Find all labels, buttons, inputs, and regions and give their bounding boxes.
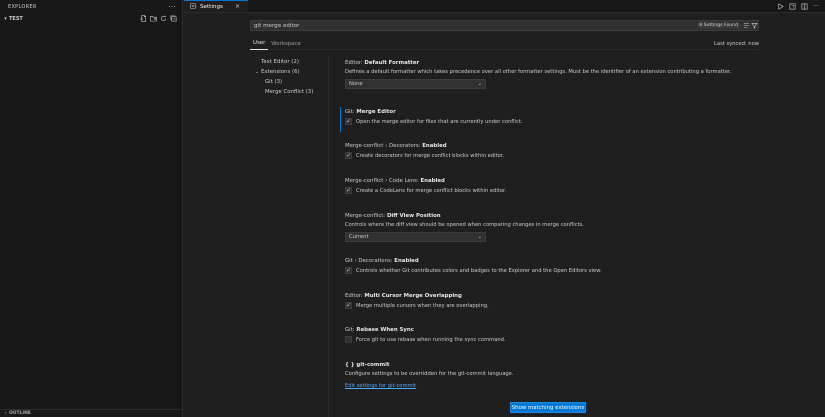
setting-description: Create decorators for merge conflict blo… [356, 152, 505, 159]
show-matching-extensions-button[interactable]: Show matching extensions [510, 402, 586, 413]
setting-title: Merge-conflict › Code Lens: Enabled [345, 178, 445, 184]
filter-icon[interactable] [750, 22, 758, 30]
chevron-down-icon: ⌄ [477, 81, 482, 87]
explorer-header: EXPLORER ··· [0, 0, 182, 13]
toc-label: Text Editor (2) [261, 59, 299, 65]
scope-tabs: User Workspace Last synced: now [250, 38, 759, 50]
setting-git-decorations: Git › Decorations: Enabled ✓ Controls wh… [345, 258, 602, 274]
search-value: git merge editor [254, 22, 300, 29]
toc-label: Git (3) [265, 79, 283, 85]
tab-label: Settings [200, 3, 223, 10]
merge-editor-checkbox[interactable]: ✓ [345, 118, 352, 125]
focus-indicator [340, 107, 341, 132]
explorer-title: EXPLORER [8, 3, 37, 10]
settings-found-badge: 8 Settings Found [697, 23, 740, 28]
rebase-checkbox[interactable] [345, 336, 352, 343]
chevron-right-icon: › [4, 411, 7, 416]
setting-title: Git: Merge Editor [345, 109, 396, 115]
setting-title: Git: Rebase When Sync [345, 327, 414, 333]
editor-area: Settings × ··· git merge editor 8 Settin… [184, 0, 825, 417]
tab-bar: Settings × ··· [184, 0, 825, 13]
setting-description: Configure settings to be overridden for … [345, 371, 514, 377]
editor-actions: ··· [776, 0, 825, 12]
setting-title: Merge-conflict › Decorators: Enabled [345, 143, 447, 149]
collapse-all-icon[interactable] [170, 15, 177, 22]
more-actions-icon[interactable]: ··· [168, 3, 176, 11]
setting-title: Editor: Multi Cursor Merge Overlapping [345, 293, 462, 299]
chevron-down-icon: ▾ [4, 15, 7, 22]
setting-title: Git › Decorations: Enabled [345, 258, 419, 264]
setting-description: Force git to use rebase when running the… [356, 336, 506, 343]
settings-toc: Text Editor (2) ⌄ Extensions (6) Git (3)… [250, 57, 326, 97]
toc-item-text-editor[interactable]: Text Editor (2) [250, 57, 326, 67]
setting-codelens-enabled: Merge-conflict › Code Lens: Enabled ✓ Cr… [345, 178, 506, 194]
setting-title: Merge-conflict: Diff View Position [345, 213, 441, 219]
run-icon[interactable] [776, 2, 784, 10]
language-heading: { } git-commit [345, 362, 390, 368]
tab-settings[interactable]: Settings × [184, 0, 248, 12]
split-editor-icon[interactable] [800, 2, 808, 10]
toc-label: Extensions (6) [261, 69, 300, 75]
chevron-down-icon: ⌄ [477, 234, 482, 240]
more-actions-icon[interactable]: ··· [812, 2, 820, 10]
git-decorations-checkbox[interactable]: ✓ [345, 267, 352, 274]
tab-workspace[interactable]: Workspace [268, 38, 303, 50]
toc-item-extensions[interactable]: ⌄ Extensions (6) [250, 67, 326, 77]
diff-view-position-select[interactable]: Current ⌄ [345, 232, 486, 242]
toc-label: Merge Conflict (3) [265, 89, 314, 95]
select-value: None [349, 81, 363, 87]
setting-description: Create a CodeLens for merge conflict blo… [356, 187, 507, 194]
new-folder-icon[interactable] [150, 15, 157, 22]
last-synced-status: Last synced: now [714, 40, 759, 47]
clear-filter-icon[interactable] [742, 22, 750, 30]
select-value: Current [349, 234, 369, 240]
setting-title: Editor: Default Formatter [345, 60, 420, 66]
decorators-checkbox[interactable]: ✓ [345, 152, 352, 159]
toc-item-git[interactable]: Git (3) [250, 77, 326, 87]
setting-default-formatter: Editor: Default Formatter Defines a defa… [345, 60, 731, 89]
refresh-icon[interactable] [160, 15, 167, 22]
settings-file-icon [190, 2, 196, 11]
setting-description: Merge multiple cursors when they are ove… [356, 302, 489, 309]
settings-search-input[interactable]: git merge editor 8 Settings Found [250, 20, 759, 31]
setting-multi-cursor-merge: Editor: Multi Cursor Merge Overlapping ✓… [345, 293, 489, 309]
outline-label: OUTLINE [9, 411, 31, 416]
edit-settings-link[interactable]: Edit settings for git-commit [345, 383, 416, 389]
tab-user[interactable]: User [250, 38, 269, 50]
explorer-sidebar: EXPLORER ··· ▾ TEST › OUTLINE [0, 0, 183, 417]
chevron-down-icon: ⌄ [255, 69, 259, 75]
setting-decorators-enabled: Merge-conflict › Decorators: Enabled ✓ C… [345, 143, 504, 159]
folder-test[interactable]: ▾ TEST [0, 13, 182, 24]
setting-description: Controls whether Git contributes colors … [356, 267, 602, 274]
setting-description: Open the merge editor for files that are… [356, 118, 523, 125]
setting-description: Defines a default formatter which takes … [345, 69, 732, 75]
setting-git-commit-language: { } git-commit Configure settings to be … [345, 362, 514, 389]
toc-item-merge-conflict[interactable]: Merge Conflict (3) [250, 87, 326, 97]
setting-diff-view-position: Merge-conflict: Diff View Position Contr… [345, 213, 584, 242]
outline-section[interactable]: › OUTLINE [0, 409, 182, 417]
folder-label: TEST [9, 15, 23, 22]
close-icon[interactable]: × [235, 3, 240, 10]
setting-rebase-when-sync: Git: Rebase When Sync Force git to use r… [345, 327, 506, 343]
new-file-icon[interactable] [140, 15, 147, 22]
multi-cursor-checkbox[interactable]: ✓ [345, 302, 352, 309]
toc-divider [328, 57, 329, 417]
default-formatter-select[interactable]: None ⌄ [345, 79, 486, 89]
setting-merge-editor: Git: Merge Editor ✓ Open the merge edito… [340, 107, 523, 132]
setting-description: Controls where the diff view should be o… [345, 222, 584, 228]
open-json-icon[interactable] [788, 2, 796, 10]
codelens-checkbox[interactable]: ✓ [345, 187, 352, 194]
